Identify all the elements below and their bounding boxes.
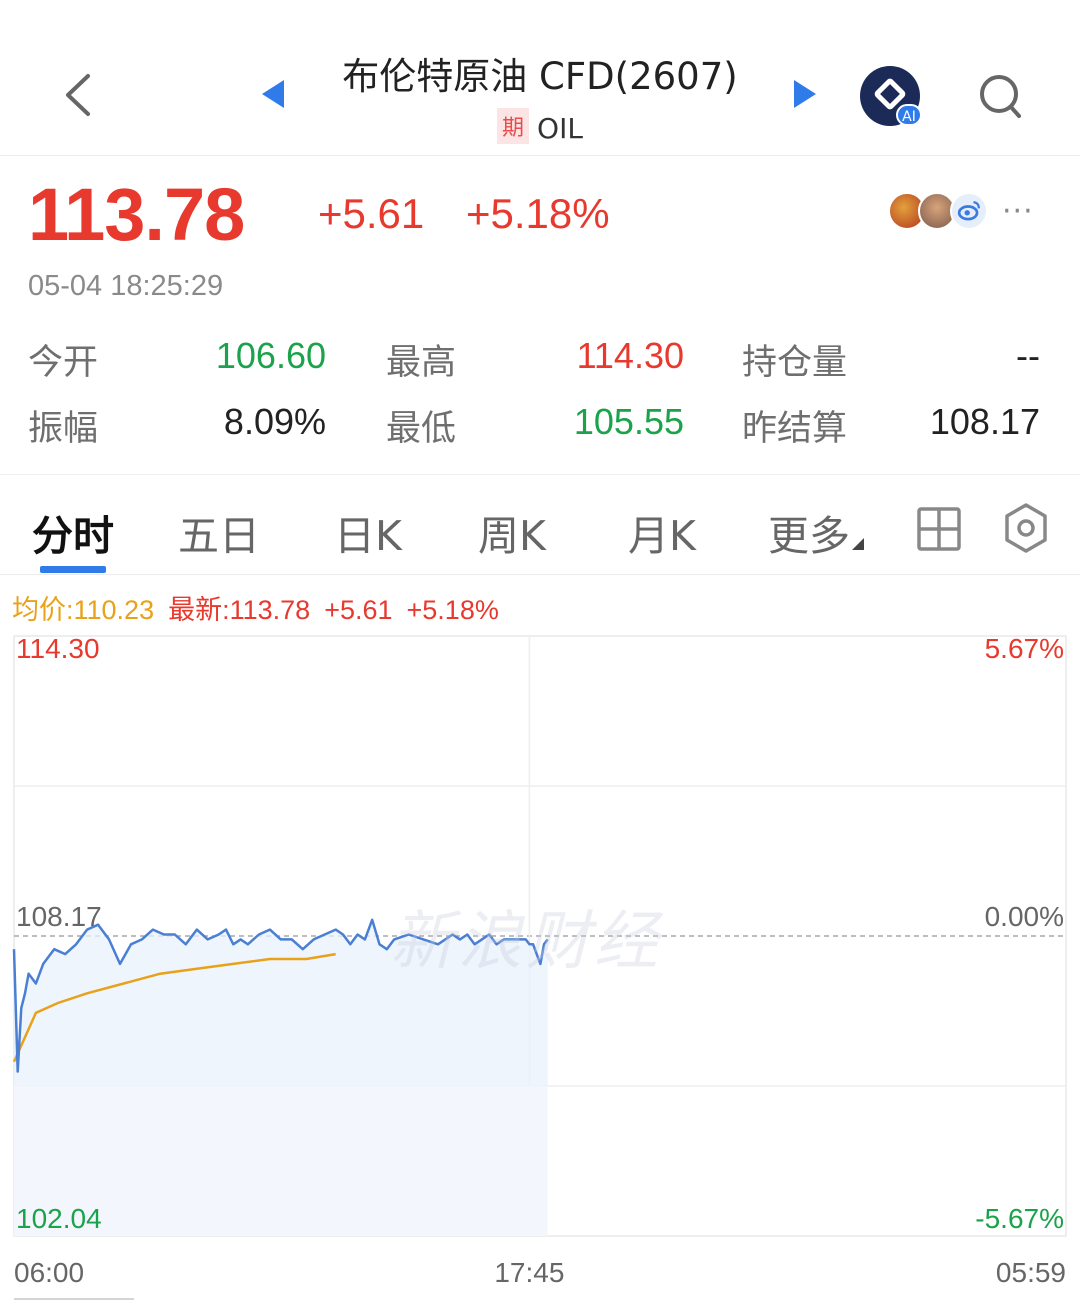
more-dropdown-icon [852, 538, 864, 550]
stat-label-low: 最低 [386, 409, 457, 449]
next-contract-icon[interactable] [794, 80, 816, 108]
stat-value-open-interest: -- [1016, 335, 1040, 376]
stat-label-open-interest: 持仓量 [742, 343, 848, 383]
tab-monthly-k[interactable]: 月K [628, 502, 696, 562]
weibo-icon [950, 192, 988, 230]
legend-change-percent: +5.18% [406, 595, 499, 625]
x-axis-label: 17:45 [494, 1257, 564, 1288]
x-axis-label: 05:59 [996, 1257, 1066, 1288]
contract-title: 布伦特原油 CFD(2607) [342, 55, 738, 98]
y-axis-label-right: 0.00% [985, 901, 1064, 932]
stat-value-amplitude: 8.09% [223, 401, 326, 442]
ai-tag: AI [896, 104, 922, 126]
divider [0, 474, 1080, 475]
ai-assistant-button[interactable]: AI [860, 66, 922, 126]
back-icon[interactable] [58, 70, 98, 120]
settings-icon[interactable] [1002, 502, 1050, 554]
intraday-chart[interactable]: 114.30 108.17 102.04 5.67% 0.00% -5.67% 06:00 1… [0, 628, 1080, 1300]
y-axis-label-right: -5.67% [975, 1203, 1064, 1234]
price-change-percent: +5.18% [466, 190, 610, 237]
tab-weekly-k[interactable]: 周K [478, 502, 546, 562]
y-axis-label-left: 102.04 [16, 1203, 102, 1234]
stat-label-amplitude: 振幅 [28, 409, 99, 449]
community-avatars[interactable] [888, 192, 992, 232]
x-axis-label: 06:00 [14, 1257, 84, 1288]
legend-average-price: 均价:110.23 [12, 595, 155, 625]
tab-intraday[interactable]: 分时 [32, 502, 114, 562]
price-change: +5.61 [318, 190, 425, 237]
legend-latest-price: 最新:113.78 [168, 595, 311, 625]
stat-label-prev-settle: 昨结算 [742, 409, 848, 449]
stat-label-high: 最高 [386, 343, 457, 383]
y-axis-label-left: 108.17 [16, 901, 102, 932]
y-axis-label-right: 5.67% [985, 633, 1064, 664]
y-axis-label-left: 114.30 [16, 633, 100, 664]
divider [0, 574, 1080, 575]
futures-badge: 期 [497, 108, 530, 144]
stat-value-high: 114.30 [576, 335, 684, 376]
top-nav-bar: 布伦特原油 CFD(2607) 期 OIL AI [0, 0, 1080, 156]
more-options-icon[interactable]: ··· [1002, 194, 1034, 229]
layout-grid-icon[interactable] [916, 506, 962, 552]
prev-contract-icon[interactable] [262, 80, 284, 108]
price-area [14, 919, 548, 1086]
search-icon[interactable] [978, 72, 1022, 120]
active-tab-indicator [40, 566, 106, 573]
legend-change: +5.61 [324, 595, 393, 625]
chart-legend: 均价:110.23 最新:113.78 +5.61 +5.18% [12, 588, 499, 627]
tab-daily-k[interactable]: 日K [334, 502, 402, 562]
quote-timestamp: 05-04 18:25:29 [28, 270, 224, 302]
stat-value-open: 106.60 [215, 335, 326, 376]
contract-subtitle: 期 OIL [300, 108, 780, 145]
tab-five-day[interactable]: 五日 [178, 502, 260, 562]
stat-label-open: 今开 [28, 343, 99, 383]
symbol-code: OIL [537, 112, 583, 145]
tab-more[interactable]: 更多 [768, 502, 850, 562]
last-price: 113.78 [28, 173, 245, 256]
stat-value-prev-settle: 108.17 [929, 401, 1040, 442]
stat-value-low: 105.55 [573, 401, 684, 442]
